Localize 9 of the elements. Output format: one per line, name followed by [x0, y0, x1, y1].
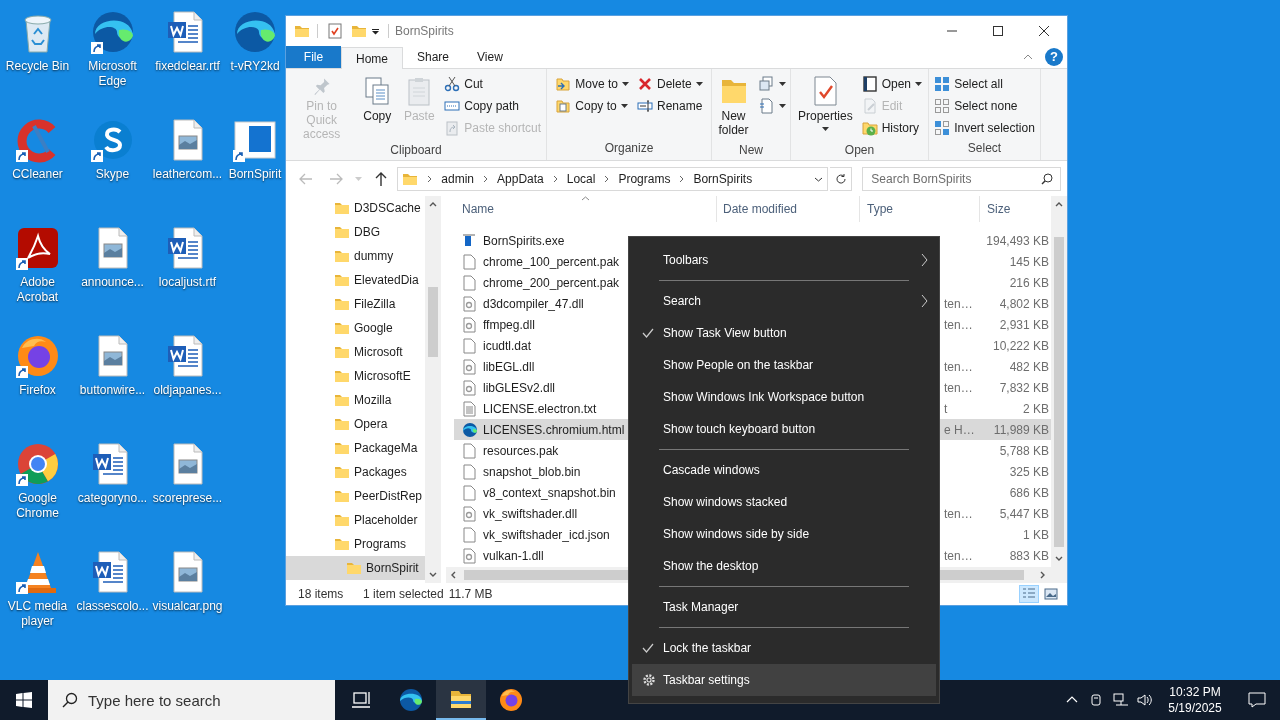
ribbon-group-label: New	[738, 142, 764, 159]
selection-count: 1 item selected	[363, 586, 444, 603]
selection-size: 11.7 MB	[448, 586, 493, 603]
window-title: BornSpirits	[395, 23, 454, 40]
ribbon-group-label: Clipboard	[389, 142, 443, 159]
ribbon-group-label: Select	[966, 140, 1003, 157]
ribbon-group-label: Organize	[603, 140, 655, 157]
item-count: 18 items	[298, 586, 345, 603]
ribbon-group-label: Open	[843, 142, 876, 159]
